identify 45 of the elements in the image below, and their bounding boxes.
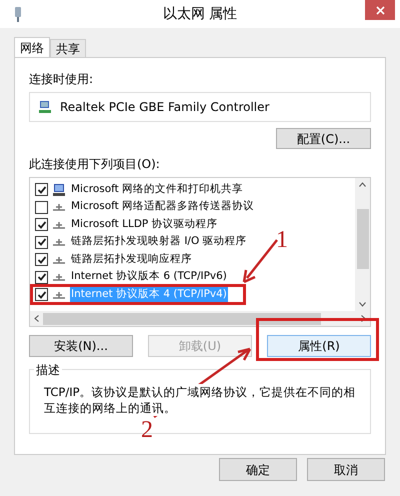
list-item[interactable]: 链路层拓扑发现响应程序	[70, 252, 193, 268]
network-protocol-icon	[52, 237, 66, 248]
connect-using-label: 连接时使用:	[29, 71, 94, 88]
configure-button[interactable]: 配置(C)...	[276, 128, 371, 149]
scroll-left-icon	[34, 315, 39, 322]
checkbox[interactable]	[35, 218, 48, 232]
description-text: TCP/IP。该协议是默认的广域网络协议，它提供在不同的相互连接的网络上的通讯。	[44, 384, 356, 416]
properties-button[interactable]: 属性(R)	[267, 335, 371, 357]
scroll-up-icon	[359, 182, 366, 187]
cancel-button[interactable]: 取消	[307, 458, 385, 481]
checkbox[interactable]	[35, 183, 48, 196]
list-item[interactable]: 链路层拓扑发现映射器 I/O 驱动程序	[70, 234, 248, 250]
ok-button[interactable]: 确定	[219, 458, 297, 481]
scroll-down-icon	[359, 302, 366, 307]
network-cable-icon	[13, 6, 23, 22]
checkbox[interactable]	[35, 288, 48, 302]
network-protocol-icon	[52, 290, 66, 300]
checkbox[interactable]	[35, 270, 48, 284]
network-protocol-icon	[52, 202, 66, 212]
list-item[interactable]: Microsoft 网络适配器多路传送器协议	[70, 199, 256, 216]
list-item[interactable]: Microsoft LLDP 协议驱动程序	[70, 216, 219, 233]
annotation-number: 1	[276, 228, 288, 252]
window-title: 以太网 属性	[162, 4, 238, 24]
computer-icon	[52, 182, 66, 197]
annotation-number: 2	[141, 418, 153, 442]
description-legend: 描述	[34, 361, 62, 379]
list-item[interactable]: Microsoft 网络的文件和打印机共享	[70, 182, 244, 198]
network-protocol-icon	[52, 254, 66, 265]
scroll-right-icon	[361, 315, 366, 322]
checkbox[interactable]	[35, 200, 48, 214]
vertical-scrollbar[interactable]	[355, 178, 370, 311]
checkbox[interactable]	[35, 253, 48, 266]
list-item[interactable]: Internet 协议版本 6 (TCP/IPv6)	[70, 269, 228, 286]
items-label: 此连接使用下列项目(O):	[29, 156, 161, 173]
close-button[interactable]	[365, 0, 395, 20]
close-icon	[376, 6, 384, 14]
network-protocol-icon	[52, 272, 66, 282]
tab[interactable]: 共享	[50, 39, 86, 57]
network-protocol-icon	[52, 220, 66, 230]
checkbox[interactable]	[35, 236, 48, 249]
install-button[interactable]: 安装(N)...	[29, 335, 133, 357]
network-adapter-icon	[38, 100, 52, 114]
tab[interactable]: 网络	[14, 37, 50, 57]
horizontal-scrollbar[interactable]	[30, 311, 370, 326]
adapter-name: Realtek PCIe GBE Family Controller	[60, 99, 270, 116]
